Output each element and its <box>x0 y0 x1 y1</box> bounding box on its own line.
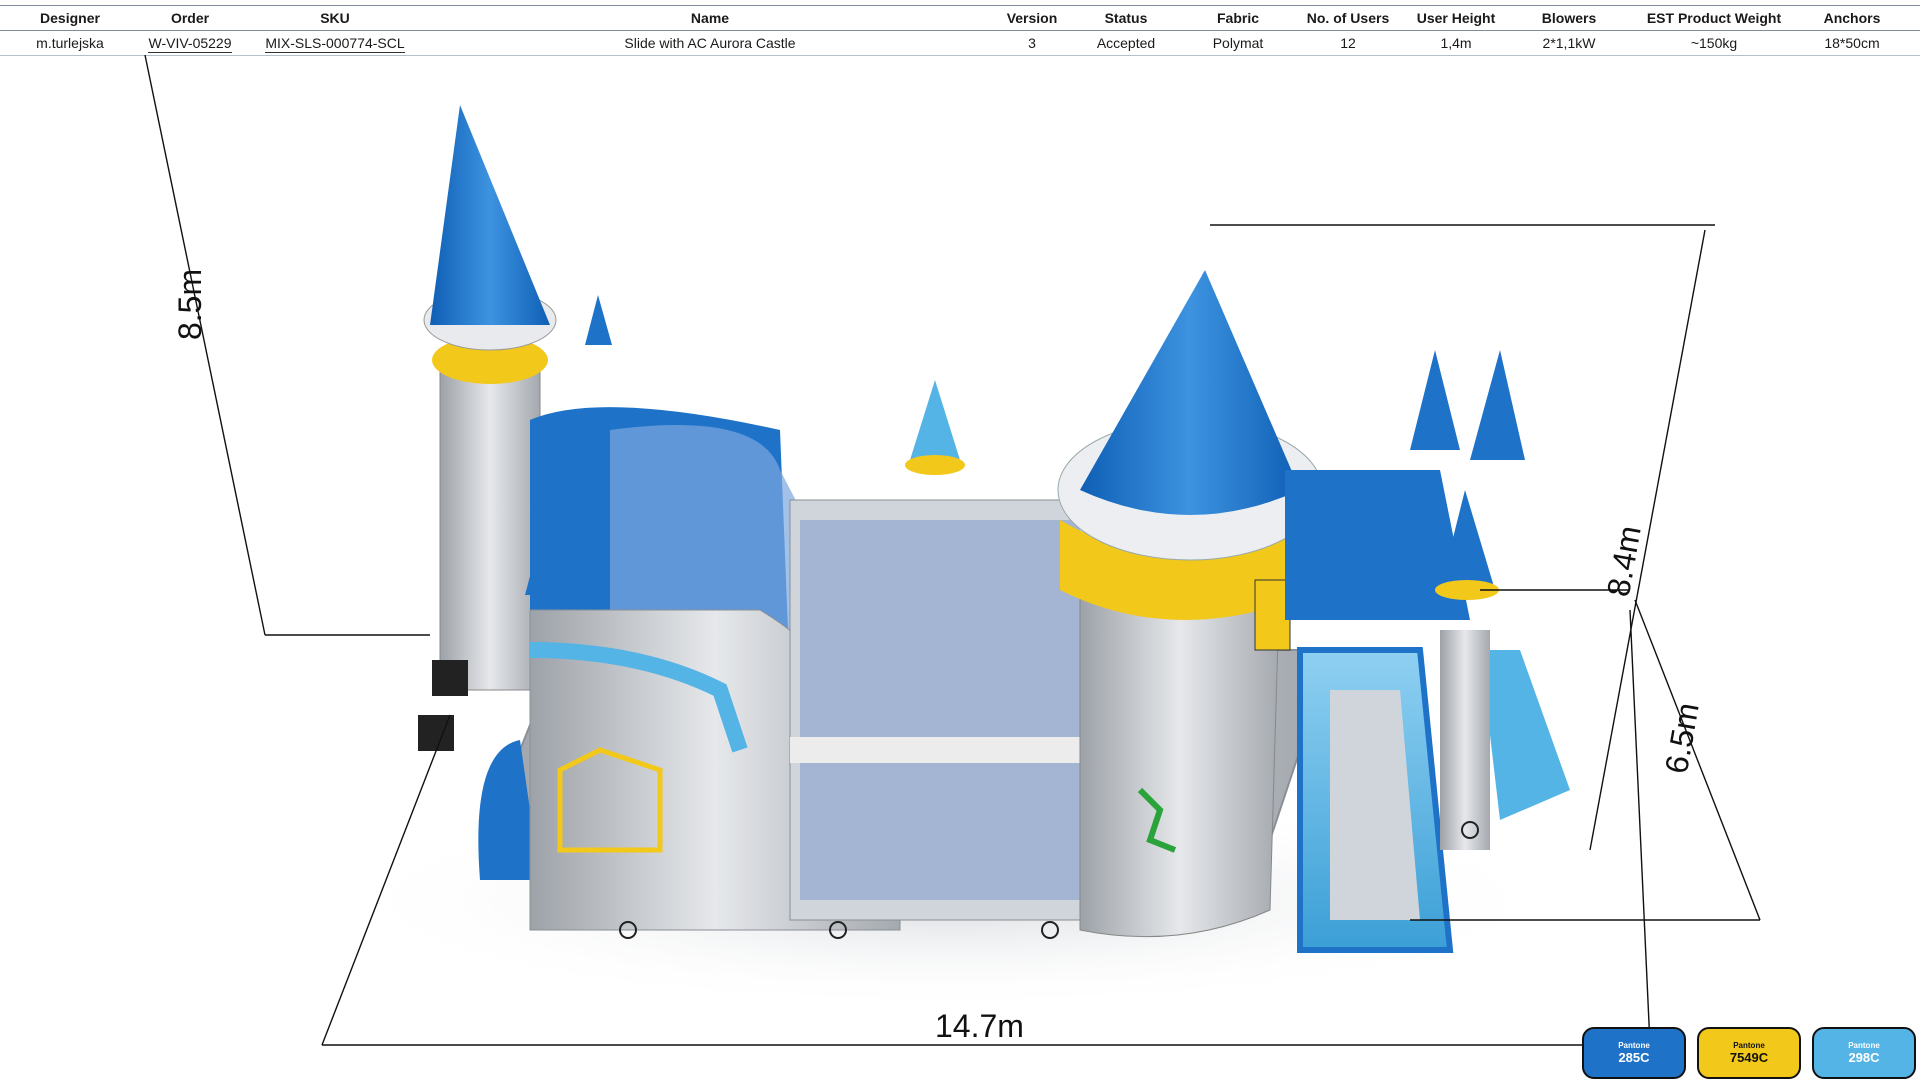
swatch-7549c-label: Pantone <box>1733 1041 1765 1050</box>
swatch-285c: Pantone 285C <box>1582 1027 1686 1079</box>
left-tower-body <box>439 359 541 691</box>
swatch-7549c: Pantone 7549C <box>1697 1027 1801 1079</box>
header-users: No. of Users <box>1306 10 1390 26</box>
right-platform <box>1285 470 1470 620</box>
value-user-height: 1,4m <box>1440 35 1472 51</box>
dim-line-length-right <box>1629 609 1651 1046</box>
swatch-298c-code: 298C <box>1848 1050 1880 1065</box>
spec-table: Designer Order SKU Name Version Status F… <box>0 5 1920 56</box>
value-sku[interactable]: MIX-SLS-000774-SCL <box>250 35 420 53</box>
main-tower-cone <box>1080 270 1300 515</box>
main-tower-body <box>1079 569 1281 938</box>
right-turret-pillar <box>1440 630 1490 850</box>
value-anchors: 18*50cm <box>1824 35 1880 51</box>
header-designer: Designer <box>40 10 100 26</box>
header-sku: SKU <box>320 10 350 26</box>
spec-header-row: Designer Order SKU Name Version Status F… <box>0 5 1920 31</box>
value-users: 12 <box>1340 35 1356 51</box>
main-tower-window <box>1254 579 1291 651</box>
value-order[interactable]: W-VIV-05229 <box>130 35 250 53</box>
dim-line-depth <box>1634 599 1761 921</box>
value-designer: m.turlejska <box>36 35 104 51</box>
dim-line-left-height <box>144 54 266 636</box>
back-turret-cone-1 <box>1410 350 1460 450</box>
product-render: 8.5m 8.4m 6.5m 14.7m <box>0 50 1920 1080</box>
right-side-wall <box>1480 650 1570 820</box>
swatch-285c-label: Pantone <box>1618 1041 1650 1050</box>
value-name: Slide with AC Aurora Castle <box>624 35 796 51</box>
dim-label-left-height: 8.5m <box>172 268 208 340</box>
left-tower-cone <box>430 105 550 325</box>
swatch-298c: Pantone 298C <box>1812 1027 1916 1079</box>
swatch-285c-code: 285C <box>1618 1050 1650 1065</box>
swatch-7549c-code: 7549C <box>1729 1050 1769 1065</box>
header-name: Name <box>690 10 730 26</box>
header-version: Version <box>1006 10 1058 26</box>
bounce-net <box>800 520 1080 900</box>
turret-cone-1 <box>585 295 612 345</box>
header-anchors: Anchors <box>1823 10 1881 26</box>
value-weight: ~150kg <box>1690 35 1738 51</box>
value-blowers: 2*1,1kW <box>1542 35 1596 51</box>
dim-label-length: 14.7m <box>935 1008 1024 1044</box>
header-status: Status <box>1104 10 1148 26</box>
header-order: Order <box>170 10 210 26</box>
value-fabric: Polymat <box>1212 35 1264 51</box>
back-turret-cone-2 <box>1470 350 1525 460</box>
header-user-height: User Height <box>1416 10 1496 26</box>
header-fabric: Fabric <box>1216 10 1259 26</box>
blower-1 <box>432 660 468 696</box>
value-version: 3 <box>1028 35 1036 51</box>
swatch-298c-label: Pantone <box>1848 1041 1880 1050</box>
header-weight: EST Product Weight <box>1646 10 1782 26</box>
turret-cone-3 <box>910 380 960 460</box>
header-blowers: Blowers <box>1541 10 1597 26</box>
value-status: Accepted <box>1096 35 1156 51</box>
turret-ring-3 <box>905 455 965 475</box>
